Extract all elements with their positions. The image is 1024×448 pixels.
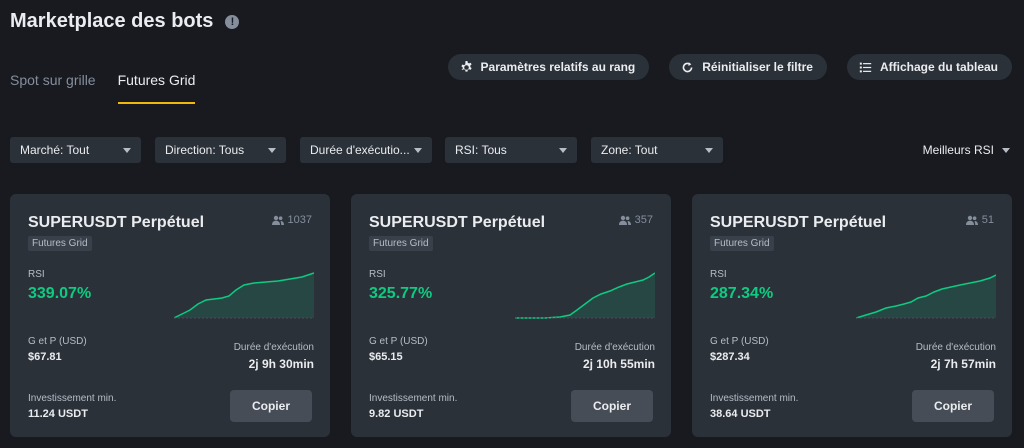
sort-dropdown[interactable]: Meilleurs RSI — [923, 137, 1010, 163]
gear-icon — [460, 60, 472, 72]
duration-label: Durée d'exécution — [915, 342, 996, 353]
duration-label: Durée d'exécution — [574, 342, 655, 353]
min-investment-value: 38.64 USDT — [710, 408, 771, 420]
duration-value: 2j 9h 30min — [248, 357, 314, 371]
table-view-label: Affichage du tableau — [879, 60, 998, 74]
rank-settings-button[interactable]: Paramètres relatifs au rang — [447, 54, 650, 80]
zone-filter[interactable]: Zone: Tout — [591, 137, 723, 163]
tab-spot-grid[interactable]: Spot sur grille — [10, 72, 96, 104]
performance-sparkline — [856, 274, 996, 319]
chevron-down-icon — [705, 147, 713, 153]
performance-sparkline — [515, 272, 655, 319]
filter-bar: Marché: Tout Direction: Tous Durée d'exé… — [10, 137, 1010, 163]
reset-filter-label: Réinitialiser le filtre — [702, 60, 813, 74]
sort-label: Meilleurs RSI — [922, 143, 994, 157]
performance-sparkline — [174, 272, 314, 319]
tab-bar: Spot sur grille Futures Grid — [10, 72, 217, 104]
market-filter-label: Marché: Tout — [20, 143, 90, 157]
users-icon — [965, 215, 978, 225]
page-header: Marketplace des bots ! — [10, 10, 240, 33]
action-bar: Paramètres relatifs au rang Réinitialise… — [428, 54, 1012, 80]
duration-value: 2j 10h 55min — [582, 357, 655, 371]
bot-type-tag: Futures Grid — [710, 236, 774, 251]
min-investment-value: 11.24 USDT — [28, 408, 88, 420]
bot-card[interactable]: SUPERUSDT Perpétuel 1037 Futures Grid RS… — [10, 194, 330, 437]
chevron-down-icon — [1002, 147, 1010, 153]
user-count: 357 — [618, 214, 653, 226]
copy-button[interactable]: Copier — [571, 390, 653, 422]
min-investment-label: Investissement min. — [710, 393, 799, 404]
zone-filter-label: Zone: Tout — [601, 143, 658, 157]
bot-type-tag: Futures Grid — [28, 236, 92, 251]
rsi-label: RSI — [28, 269, 45, 280]
user-count: 1037 — [271, 214, 312, 226]
chevron-down-icon — [268, 147, 276, 153]
direction-filter-label: Direction: Tous — [165, 143, 245, 157]
refresh-icon — [682, 61, 693, 72]
tab-futures-grid[interactable]: Futures Grid — [117, 72, 196, 104]
pnl-value: $67.81 — [28, 351, 62, 363]
user-count-value: 357 — [634, 214, 653, 226]
rank-settings-label: Paramètres relatifs au rang — [480, 60, 636, 74]
copy-button[interactable]: Copier — [912, 390, 994, 422]
duration-label: Durée d'exécution — [233, 342, 314, 353]
duration-filter-label: Durée d'exécutio... — [310, 143, 410, 157]
min-investment-label: Investissement min. — [369, 393, 458, 404]
rsi-filter[interactable]: RSI: Tous — [445, 137, 577, 163]
pnl-label: G et P (USD) — [28, 336, 87, 347]
rsi-value: 339.07% — [28, 285, 92, 302]
copy-button[interactable]: Copier — [230, 390, 312, 422]
rsi-value: 287.34% — [710, 285, 774, 302]
page-title: Marketplace des bots — [10, 10, 214, 32]
direction-filter[interactable]: Direction: Tous — [155, 137, 286, 163]
chevron-down-icon — [123, 147, 131, 153]
bot-title: SUPERUSDT Perpétuel — [710, 214, 887, 231]
min-investment-value: 9.82 USDT — [369, 408, 424, 420]
bot-title: SUPERUSDT Perpétuel — [369, 214, 546, 231]
rsi-value: 325.77% — [369, 285, 433, 302]
duration-value: 2j 7h 57min — [930, 357, 996, 371]
market-filter[interactable]: Marché: Tout — [10, 137, 141, 163]
bot-card[interactable]: SUPERUSDT Perpétuel 357 Futures Grid RSI… — [351, 194, 671, 437]
chevron-down-icon — [559, 147, 567, 153]
bot-type-tag: Futures Grid — [369, 236, 433, 251]
pnl-value: $65.15 — [369, 351, 403, 363]
bot-card[interactable]: SUPERUSDT Perpétuel 51 Futures Grid RSI … — [692, 194, 1012, 437]
pnl-label: G et P (USD) — [710, 336, 769, 347]
info-icon[interactable]: ! — [225, 14, 240, 29]
rsi-filter-label: RSI: Tous — [455, 143, 507, 157]
user-count-value: 51 — [981, 214, 994, 226]
rsi-label: RSI — [369, 269, 386, 280]
user-count-value: 1037 — [287, 214, 312, 226]
users-icon — [271, 215, 284, 225]
min-investment-label: Investissement min. — [28, 393, 117, 404]
rsi-label: RSI — [710, 269, 727, 280]
reset-filter-button[interactable]: Réinitialiser le filtre — [669, 54, 827, 80]
chevron-down-icon — [414, 147, 422, 153]
pnl-value: $287.34 — [710, 351, 750, 363]
pnl-label: G et P (USD) — [369, 336, 428, 347]
table-view-button[interactable]: Affichage du tableau — [846, 54, 1012, 80]
user-count: 51 — [965, 214, 994, 226]
bot-title: SUPERUSDT Perpétuel — [28, 214, 205, 231]
list-icon — [859, 62, 872, 72]
users-icon — [618, 215, 631, 225]
duration-filter[interactable]: Durée d'exécutio... — [300, 137, 432, 163]
